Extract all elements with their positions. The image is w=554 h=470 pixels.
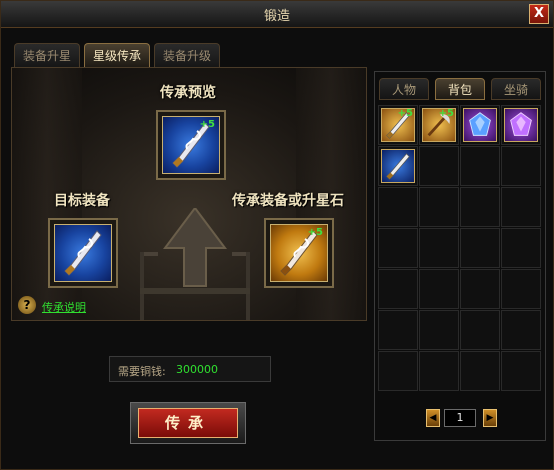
preview-slot[interactable]: +5 <box>156 110 226 180</box>
inventory-slot[interactable]: +5 <box>419 105 459 145</box>
inventory-slot[interactable] <box>419 269 459 309</box>
close-button[interactable]: X <box>529 4 549 24</box>
tab-character[interactable]: 人物 <box>379 78 429 100</box>
inventory-slot[interactable] <box>419 187 459 227</box>
inventory-slot[interactable] <box>378 351 418 391</box>
target-item <box>54 224 112 282</box>
inventory-slot[interactable] <box>501 228 541 268</box>
inventory-slot[interactable] <box>419 228 459 268</box>
source-slot[interactable]: +5 <box>264 218 334 288</box>
cost-value: 300000 <box>176 363 218 376</box>
spear-weapon-icon <box>64 230 102 276</box>
bonus-badge: +5 <box>199 119 215 130</box>
inventory-slot[interactable] <box>419 146 459 186</box>
inherit-panel: 传承预览 +5 目标装备 传承装备或升星石 +5 ? 传承说明 <box>11 67 367 321</box>
bonus-badge: +5 <box>438 108 454 119</box>
inventory-slot[interactable] <box>460 105 500 145</box>
inventory-slot[interactable] <box>460 146 500 186</box>
window-title: 锻造 <box>263 9 290 24</box>
inventory-slot[interactable] <box>501 310 541 350</box>
inventory-slot[interactable] <box>378 146 418 186</box>
inventory-slot[interactable] <box>501 187 541 227</box>
preview-item: +5 <box>162 116 220 174</box>
blue-gem-icon <box>469 112 491 136</box>
target-slot[interactable] <box>48 218 118 288</box>
inherit-button[interactable]: 传承 <box>138 408 238 438</box>
tab-equip-upgrade[interactable]: 装备升级 <box>154 43 220 67</box>
page-number: 1 <box>444 409 476 427</box>
inventory-slot[interactable] <box>460 187 500 227</box>
inventory-slot[interactable] <box>419 351 459 391</box>
bonus-badge: +5 <box>307 227 323 238</box>
title-bar: 锻造 X <box>1 1 553 28</box>
inventory-slot[interactable] <box>501 105 541 145</box>
tab-star-inherit[interactable]: 星级传承 <box>84 43 150 67</box>
cost-label: 需要铜钱: <box>118 365 166 378</box>
inventory-slot[interactable] <box>378 310 418 350</box>
bonus-badge: +5 <box>397 108 413 119</box>
spear-weapon-icon <box>386 153 410 180</box>
help-icon[interactable]: ? <box>18 296 36 314</box>
forge-window: 锻造 X 装备升星 星级传承 装备升级 传承预览 +5 目标装备 传承装备或升星… <box>0 0 554 470</box>
inventory-slot[interactable] <box>460 351 500 391</box>
purple-gem-icon <box>510 112 532 136</box>
inventory-slot[interactable] <box>378 187 418 227</box>
up-arrow-icon <box>140 208 250 320</box>
next-page-button[interactable]: ▶ <box>483 409 497 427</box>
source-item: +5 <box>270 224 328 282</box>
cost-box: 需要铜钱: 300000 <box>109 356 271 382</box>
inventory-slot[interactable] <box>501 269 541 309</box>
inventory-slot[interactable] <box>460 228 500 268</box>
source-label: 传承装备或升星石 <box>232 193 344 209</box>
inventory-slot[interactable] <box>378 228 418 268</box>
tab-equip-star-up[interactable]: 装备升星 <box>14 43 80 67</box>
tab-mount[interactable]: 坐骑 <box>491 78 541 100</box>
inventory-slot[interactable]: +5 <box>378 105 418 145</box>
inventory-slot[interactable] <box>419 310 459 350</box>
inventory-item[interactable]: +5 <box>422 108 456 142</box>
inventory-item[interactable] <box>463 108 497 142</box>
help-link[interactable]: 传承说明 <box>42 299 86 315</box>
inventory-item[interactable] <box>504 108 538 142</box>
prev-page-button[interactable]: ◀ <box>426 409 440 427</box>
inventory-item[interactable]: +5 <box>381 108 415 142</box>
inventory-slot[interactable] <box>501 146 541 186</box>
preview-label: 传承预览 <box>160 85 216 101</box>
target-label: 目标装备 <box>54 193 110 209</box>
inventory-slot[interactable] <box>501 351 541 391</box>
inventory-item[interactable] <box>381 149 415 183</box>
tab-bag[interactable]: 背包 <box>435 78 485 100</box>
inventory-slot[interactable] <box>460 269 500 309</box>
inventory-slot[interactable] <box>460 310 500 350</box>
inventory-slot[interactable] <box>378 269 418 309</box>
